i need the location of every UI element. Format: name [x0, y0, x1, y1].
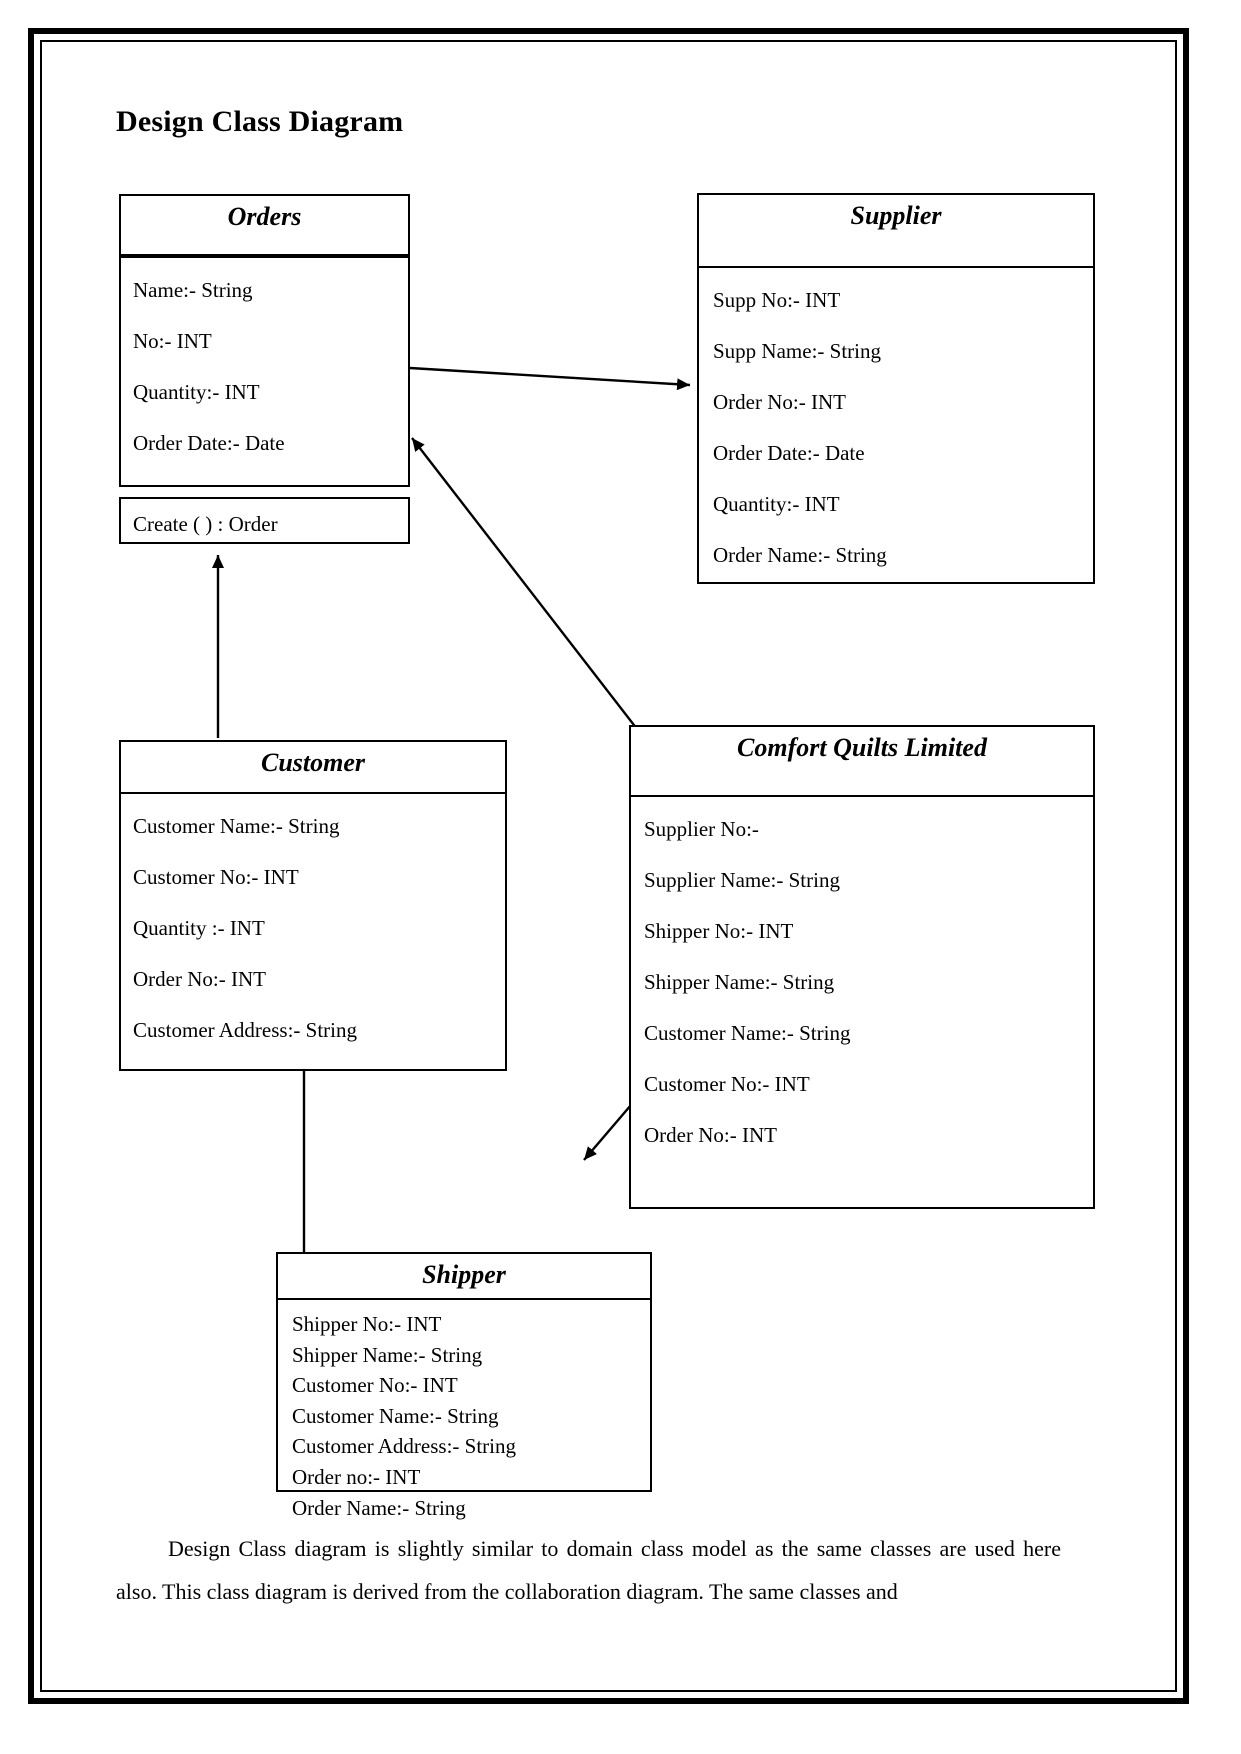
- attribute-row: Order Name:- String: [713, 543, 887, 567]
- uml-attributes-customer: Customer Name:- String Customer No:- INT…: [119, 792, 507, 1071]
- attribute-row: Customer Address:- String: [292, 1434, 516, 1459]
- attribute-row: Customer Name:- String: [133, 814, 340, 838]
- attribute-row: Order no:- INT: [292, 1465, 421, 1490]
- uml-class-header-customer: Customer: [119, 740, 507, 794]
- attribute-row: Shipper No:- INT: [644, 919, 794, 943]
- attribute-row: Order Date:- Date: [713, 441, 865, 465]
- uml-class-orders[interactable]: Orders Name:- String No:- INT Quantity:-…: [119, 194, 410, 487]
- attribute-row: Supplier No:-: [644, 817, 759, 841]
- class-name-orders: Orders: [227, 202, 302, 231]
- class-name-comfort-quilts-limited: Comfort Quilts Limited: [737, 733, 987, 762]
- attribute-row: Customer Name:- String: [292, 1403, 499, 1428]
- uml-methods-orders: Create ( ) : Order: [119, 497, 410, 544]
- attribute-row: Shipper Name:- String: [644, 970, 835, 994]
- attribute-row: Quantity:- INT: [133, 380, 260, 404]
- attribute-row: Order No:- INT: [133, 967, 266, 991]
- attribute-row: Order Name:- String: [292, 1495, 466, 1520]
- uml-class-header-supplier: Supplier: [697, 193, 1095, 268]
- attribute-row: Customer Address:- String: [133, 1018, 357, 1042]
- attribute-row: Quantity :- INT: [133, 916, 265, 940]
- uml-class-supplier[interactable]: Supplier Supp No:- INT Supp Name:- Strin…: [697, 193, 1095, 584]
- attribute-row: Customer No:- INT: [292, 1373, 458, 1398]
- attribute-row: Order Date:- Date: [133, 431, 285, 455]
- attribute-row: Supplier Name:- String: [644, 868, 840, 892]
- attribute-row: Name:- String: [133, 278, 253, 302]
- attribute-row: No:- INT: [133, 329, 212, 353]
- attribute-row: Order No:- INT: [644, 1123, 777, 1147]
- uml-attributes-shipper: Shipper No:- INT Shipper Name:- String C…: [276, 1298, 652, 1520]
- uml-class-header-comfort-quilts-limited: Comfort Quilts Limited: [629, 725, 1095, 797]
- attribute-row: Shipper Name:- String: [292, 1342, 483, 1367]
- uml-class-customer[interactable]: Customer Customer Name:- String Customer…: [119, 740, 507, 1071]
- uml-attributes-comfort-quilts-limited: Supplier No:- Supplier Name:- String Shi…: [629, 795, 1095, 1209]
- page-title: Design Class Diagram: [116, 105, 404, 138]
- attribute-row: Order No:- INT: [713, 390, 846, 414]
- document-page: Design Class Diagram Orders Name:- Strin…: [0, 0, 1241, 1754]
- class-name-supplier: Supplier: [850, 201, 942, 230]
- uml-attributes-supplier: Supp No:- INT Supp Name:- String Order N…: [697, 266, 1095, 584]
- body-paragraph: Design Class diagram is slightly similar…: [116, 1528, 1061, 1614]
- attribute-row: Supp No:- INT: [713, 288, 841, 312]
- class-name-customer: Customer: [260, 748, 366, 777]
- attribute-row: Customer Name:- String: [644, 1021, 851, 1045]
- attribute-row: Customer No:- INT: [133, 865, 299, 889]
- attribute-row: Supp Name:- String: [713, 339, 881, 363]
- uml-class-shipper[interactable]: Shipper Shipper No:- INT Shipper Name:- …: [276, 1252, 652, 1520]
- attribute-row: Quantity:- INT: [713, 492, 840, 516]
- uml-class-header-shipper: Shipper: [276, 1252, 652, 1300]
- method-row: Create ( ) : Order: [133, 512, 278, 536]
- paragraph-text: Design Class diagram is slightly similar…: [116, 1536, 1061, 1604]
- uml-attributes-orders: Name:- String No:- INT Quantity:- INT Or…: [119, 256, 410, 487]
- attribute-row: Shipper No:- INT: [292, 1312, 442, 1336]
- uml-class-comfort-quilts-limited[interactable]: Comfort Quilts Limited Supplier No:- Sup…: [629, 725, 1095, 1209]
- uml-class-header-orders: Orders: [119, 194, 410, 256]
- class-name-shipper: Shipper: [422, 1260, 506, 1289]
- attribute-row: Customer No:- INT: [644, 1072, 810, 1096]
